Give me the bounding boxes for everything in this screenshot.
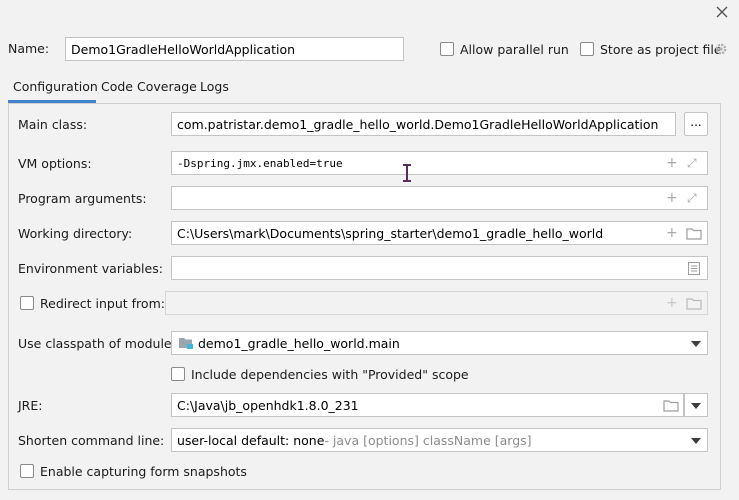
program-arguments-label: Program arguments: [18, 191, 147, 206]
tab-configuration[interactable]: Configuration [13, 79, 98, 94]
allow-parallel-checkbox[interactable] [440, 42, 454, 56]
classpath-module-select[interactable]: demo1_gradle_hello_world.main [171, 331, 708, 355]
text-cursor-icon [401, 163, 413, 183]
jre-input[interactable]: C:\Java\jb_openhdk1.8.0_231 [171, 393, 684, 417]
main-class-input[interactable]: com.patristar.demo1_gradle_hello_world.D… [171, 112, 676, 136]
module-folder-icon [178, 336, 194, 350]
expand-plus-icon[interactable]: + [666, 156, 678, 170]
redirect-input-field [165, 291, 708, 315]
jre-label: JRE: [18, 398, 43, 413]
folder-icon[interactable] [663, 399, 679, 412]
environment-variables-label: Environment variables: [18, 261, 163, 276]
chevron-down-icon[interactable] [691, 341, 701, 347]
name-input[interactable]: Demo1GradleHelloWorldApplication [65, 37, 404, 61]
shorten-command-line-label: Shorten command line: [18, 433, 165, 448]
expand-arrows-icon[interactable]: ⤢ [687, 156, 697, 170]
capture-snapshots-checkbox[interactable] [20, 464, 34, 478]
name-label: Name: [8, 41, 50, 56]
main-class-label: Main class: [18, 117, 88, 132]
capture-snapshots-label[interactable]: Enable capturing form snapshots [40, 464, 247, 479]
expand-plus-icon[interactable]: + [666, 191, 678, 205]
vm-options-label: VM options: [18, 156, 92, 171]
insert-macro-plus-icon: + [666, 295, 678, 311]
store-project-file-label[interactable]: Store as project file [600, 42, 722, 57]
include-dependencies-label[interactable]: Include dependencies with "Provided" sco… [191, 367, 469, 382]
chevron-down-icon[interactable] [691, 403, 701, 409]
program-arguments-input[interactable] [171, 186, 708, 210]
allow-parallel-label[interactable]: Allow parallel run [460, 42, 569, 57]
shorten-command-line-value: user-local default: none [177, 432, 325, 448]
tab-code-coverage[interactable]: Code Coverage [101, 79, 197, 94]
expand-arrows-icon[interactable]: ⤢ [687, 191, 697, 205]
redirect-input-label[interactable]: Redirect input from: [40, 296, 165, 311]
close-icon[interactable] [715, 5, 729, 19]
main-class-browse-button[interactable]: ... [684, 112, 708, 136]
tab-logs[interactable]: Logs [200, 79, 229, 94]
working-directory-input[interactable]: C:\Users\mark\Documents\spring_starter\d… [171, 221, 708, 245]
vm-options-input[interactable]: -Dspring.jmx.enabled=true [171, 151, 708, 175]
store-project-file-checkbox[interactable] [580, 42, 594, 56]
gear-icon[interactable] [714, 42, 728, 56]
redirect-input-checkbox[interactable] [20, 296, 34, 310]
classpath-module-label: Use classpath of module: [18, 336, 176, 351]
environment-variables-input[interactable] [171, 256, 708, 280]
shorten-command-line-select[interactable]: user-local default: none - java [options… [171, 428, 708, 452]
classpath-module-value: demo1_gradle_hello_world.main [198, 335, 400, 351]
shorten-command-line-hint: - java [options] className [args] [324, 432, 532, 448]
folder-icon[interactable] [686, 227, 702, 240]
folder-icon [686, 297, 702, 310]
working-directory-label: Working directory: [18, 226, 133, 241]
edit-list-icon[interactable] [688, 262, 700, 275]
include-dependencies-checkbox[interactable] [171, 367, 185, 381]
insert-macro-plus-icon[interactable]: + [666, 226, 678, 240]
chevron-down-icon[interactable] [691, 438, 701, 444]
